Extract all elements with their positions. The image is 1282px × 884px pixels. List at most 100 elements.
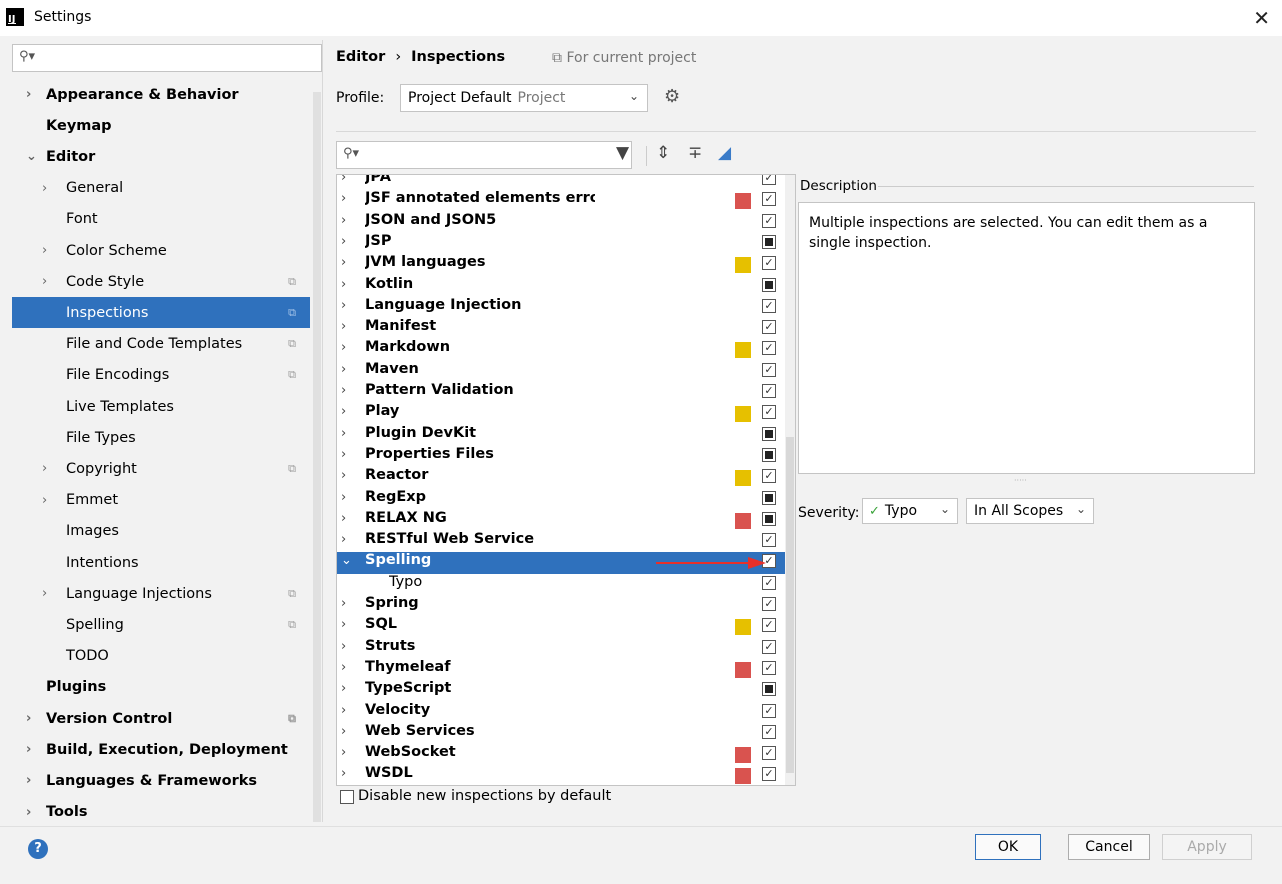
- sidebar-item[interactable]: Live Templates: [12, 391, 310, 422]
- settings-search-input[interactable]: ⚲▾: [12, 44, 322, 72]
- chevron-right-icon[interactable]: ›: [42, 181, 47, 196]
- sidebar-item[interactable]: Inspections ⧉: [12, 297, 310, 329]
- inspection-checkbox[interactable]: [762, 341, 776, 356]
- chevron-right-icon[interactable]: ›: [341, 703, 346, 718]
- inspection-checkbox[interactable]: [762, 277, 776, 292]
- chevron-right-icon[interactable]: ›: [341, 191, 346, 206]
- inspection-checkbox[interactable]: [762, 213, 776, 228]
- inspection-row[interactable]: › Maven: [337, 361, 785, 382]
- sidebar-item[interactable]: › Version Control ⧉: [12, 703, 310, 734]
- sidebar-item[interactable]: Keymap: [12, 110, 310, 141]
- inspection-checkbox[interactable]: [762, 639, 776, 654]
- inspection-row[interactable]: › Kotlin: [337, 276, 785, 297]
- inspection-row[interactable]: › Thymeleaf: [337, 659, 785, 680]
- inspection-checkbox[interactable]: [762, 746, 776, 761]
- sidebar-item[interactable]: ⌄ Editor: [12, 141, 310, 172]
- inspection-checkbox[interactable]: [762, 447, 776, 462]
- tree-scrollbar-thumb[interactable]: [786, 437, 794, 773]
- gear-icon[interactable]: ⚙: [664, 86, 680, 107]
- chevron-right-icon[interactable]: ›: [341, 383, 346, 398]
- inspection-checkbox[interactable]: [762, 234, 776, 249]
- inspection-checkbox[interactable]: [762, 469, 776, 484]
- inspection-row[interactable]: › JSF annotated elements errors: [337, 190, 785, 211]
- inspection-row[interactable]: › JSON and JSON5: [337, 212, 785, 233]
- chevron-right-icon[interactable]: ›: [341, 660, 346, 675]
- chevron-right-icon[interactable]: ›: [341, 362, 346, 377]
- chevron-right-icon[interactable]: ›: [341, 617, 346, 632]
- inspection-checkbox[interactable]: [762, 175, 776, 185]
- sidebar-scrollbar[interactable]: [313, 92, 321, 822]
- chevron-right-icon[interactable]: ›: [341, 234, 346, 249]
- inspection-row[interactable]: › WSDL: [337, 765, 785, 785]
- chevron-right-icon[interactable]: ›: [341, 468, 346, 483]
- chevron-right-icon[interactable]: ›: [341, 490, 346, 505]
- splitter[interactable]: [322, 40, 323, 822]
- inspection-row[interactable]: › RegExp: [337, 489, 785, 510]
- chevron-right-icon[interactable]: ›: [341, 213, 346, 228]
- chevron-right-icon[interactable]: ›: [26, 711, 31, 726]
- chevron-right-icon[interactable]: ›: [341, 639, 346, 654]
- severity-select[interactable]: ✓ Typo ⌄: [862, 498, 958, 524]
- chevron-right-icon[interactable]: ›: [42, 493, 47, 508]
- inspection-row[interactable]: › Play: [337, 403, 785, 424]
- chevron-right-icon[interactable]: ›: [341, 319, 346, 334]
- inspection-checkbox[interactable]: [762, 767, 776, 782]
- sidebar-item[interactable]: › General: [12, 173, 310, 204]
- inspection-row[interactable]: › Properties Files: [337, 446, 785, 467]
- help-icon[interactable]: ?: [28, 839, 48, 859]
- inspection-row[interactable]: › Struts: [337, 638, 785, 659]
- chevron-right-icon[interactable]: ›: [341, 724, 346, 739]
- inspection-row[interactable]: › JPA: [337, 175, 785, 190]
- chevron-right-icon[interactable]: ›: [341, 277, 346, 292]
- apply-button[interactable]: Apply: [1162, 834, 1252, 860]
- inspection-row[interactable]: › Spring: [337, 595, 785, 616]
- inspection-checkbox[interactable]: [762, 320, 776, 335]
- sidebar-item[interactable]: › Color Scheme: [12, 235, 310, 266]
- inspection-row[interactable]: › RESTful Web Service: [337, 531, 785, 552]
- chevron-right-icon[interactable]: ›: [26, 742, 31, 757]
- inspection-checkbox[interactable]: [762, 426, 776, 441]
- reset-icon[interactable]: ◢: [718, 143, 731, 163]
- inspection-checkbox[interactable]: [762, 362, 776, 377]
- chevron-right-icon[interactable]: ›: [42, 243, 47, 258]
- inspection-checkbox[interactable]: [762, 256, 776, 271]
- inspection-checkbox[interactable]: [762, 298, 776, 313]
- inspection-search-input[interactable]: ⚲▾: [336, 141, 632, 169]
- inspection-checkbox[interactable]: [762, 682, 776, 697]
- chevron-right-icon[interactable]: ›: [42, 586, 47, 601]
- cancel-button[interactable]: Cancel: [1068, 834, 1150, 860]
- sidebar-item[interactable]: File Encodings ⧉: [12, 360, 310, 391]
- sidebar-item[interactable]: › Appearance & Behavior: [12, 79, 310, 110]
- inspection-row[interactable]: › SQL: [337, 616, 785, 637]
- inspection-row[interactable]: › WebSocket: [337, 744, 785, 765]
- inspection-row[interactable]: › Manifest: [337, 318, 785, 339]
- sidebar-item[interactable]: Spelling ⧉: [12, 609, 310, 640]
- chevron-right-icon[interactable]: ›: [341, 681, 346, 696]
- chevron-right-icon[interactable]: ›: [341, 596, 346, 611]
- sidebar-item[interactable]: Intentions: [12, 547, 310, 578]
- chevron-right-icon[interactable]: ›: [42, 461, 47, 476]
- breadcrumb-parent[interactable]: Editor: [336, 49, 385, 65]
- inspection-row[interactable]: › JSP: [337, 233, 785, 254]
- chevron-right-icon[interactable]: ›: [341, 745, 346, 760]
- inspection-row[interactable]: › Web Services: [337, 723, 785, 744]
- chevron-right-icon[interactable]: ›: [341, 766, 346, 781]
- inspection-row[interactable]: › Velocity: [337, 702, 785, 723]
- sidebar-item[interactable]: › Build, Execution, Deployment: [12, 734, 310, 765]
- sidebar-item[interactable]: › Emmet: [12, 485, 310, 516]
- inspection-row[interactable]: › Language Injection: [337, 297, 785, 318]
- chevron-right-icon[interactable]: ›: [26, 87, 31, 102]
- chevron-down-icon[interactable]: ⌄: [341, 553, 352, 568]
- inspection-checkbox[interactable]: [762, 405, 776, 420]
- resize-grip-icon[interactable]: ·····: [1014, 476, 1027, 485]
- chevron-right-icon[interactable]: ›: [341, 404, 346, 419]
- inspection-checkbox[interactable]: [762, 192, 776, 207]
- inspection-row[interactable]: › Plugin DevKit: [337, 425, 785, 446]
- ok-button[interactable]: OK: [975, 834, 1041, 860]
- inspection-row[interactable]: › Pattern Validation: [337, 382, 785, 403]
- filter-icon[interactable]: ▼: [616, 143, 629, 163]
- inspection-checkbox[interactable]: [762, 724, 776, 739]
- inspection-checkbox[interactable]: [762, 597, 776, 611]
- chevron-right-icon[interactable]: ›: [341, 511, 346, 526]
- sidebar-item[interactable]: File and Code Templates ⧉: [12, 329, 310, 360]
